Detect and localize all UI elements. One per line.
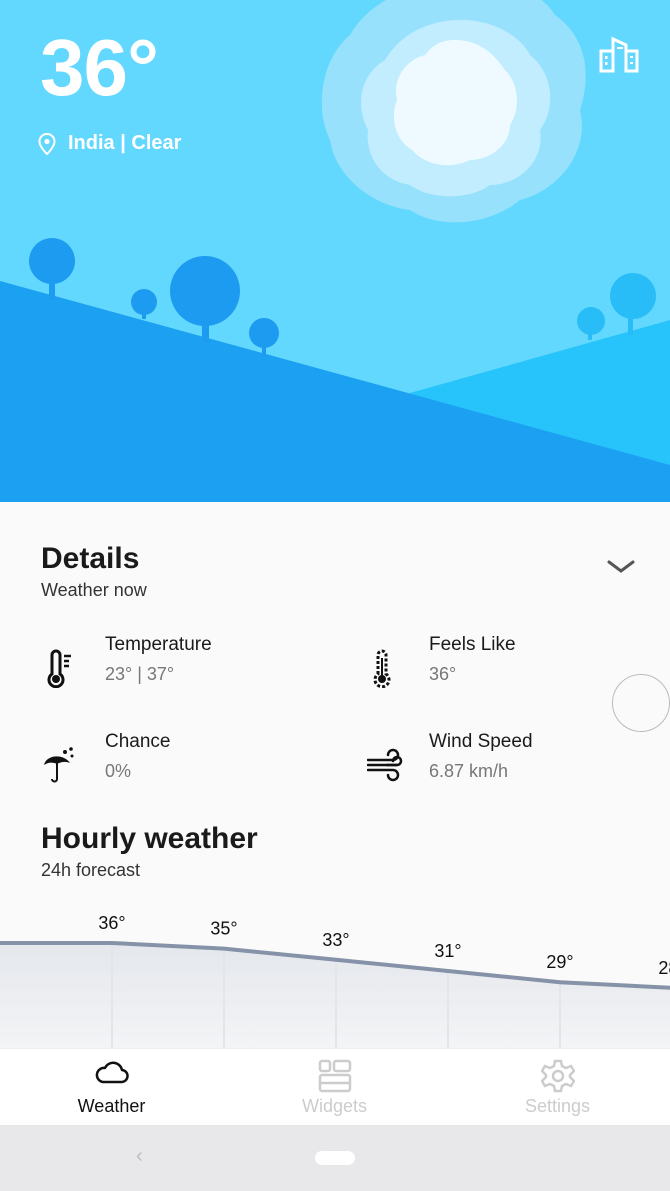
detail-label: Wind Speed bbox=[429, 731, 533, 752]
detail-temperature: Temperature 23° | 37° bbox=[43, 634, 212, 688]
detail-label: Chance bbox=[105, 731, 171, 752]
tab-label: Widgets bbox=[301, 1096, 368, 1116]
gear-icon bbox=[541, 1059, 575, 1093]
system-back-button[interactable]: ‹ bbox=[136, 1145, 143, 1168]
detail-chance: Chance 0% bbox=[43, 731, 171, 785]
weather-hero: 36° India | Clear bbox=[0, 0, 670, 502]
chart-data-label: 31° bbox=[434, 941, 461, 961]
hourly-title: Hourly weather bbox=[41, 822, 258, 855]
wind-icon bbox=[367, 748, 403, 782]
detail-label: Feels Like bbox=[429, 634, 516, 655]
umbrella-rain-icon bbox=[44, 747, 74, 783]
chart-data-label: 28° bbox=[658, 958, 670, 978]
detail-feels-like: Feels Like 36° bbox=[367, 634, 516, 688]
tab-weather[interactable]: Weather bbox=[0, 1049, 223, 1126]
feels-like-thermometer-icon bbox=[373, 649, 391, 688]
tab-label: Weather bbox=[77, 1096, 146, 1116]
detail-value: 23° | 37° bbox=[105, 664, 175, 684]
sun-icon bbox=[321, 0, 586, 223]
cloud-icon bbox=[95, 1061, 129, 1084]
detail-label: Temperature bbox=[105, 634, 212, 655]
hourly-chart: 36° 35° 33° 31° 29° 28° bbox=[0, 913, 670, 1048]
details-header: Details Weather now bbox=[41, 542, 147, 601]
tab-widgets[interactable]: Widgets bbox=[223, 1049, 446, 1126]
current-temperature: 36° bbox=[40, 23, 159, 112]
chart-data-label: 35° bbox=[210, 919, 237, 939]
chart-data-label: 36° bbox=[98, 913, 125, 933]
chart-data-label: 29° bbox=[546, 952, 573, 972]
bottom-navigation: Weather Widgets Settings bbox=[0, 1048, 670, 1125]
system-navigation-bar: ‹ bbox=[0, 1125, 670, 1191]
location-text: India | Clear bbox=[68, 132, 182, 154]
chevron-down-icon[interactable] bbox=[606, 558, 636, 576]
widgets-icon bbox=[318, 1059, 352, 1093]
hourly-subtitle: 24h forecast bbox=[41, 860, 141, 880]
location: India | Clear bbox=[38, 132, 181, 155]
detail-wind-speed: Wind Speed 6.87 km/h bbox=[367, 731, 533, 785]
tab-label: Settings bbox=[524, 1096, 591, 1116]
hourly-header: Hourly weather 24h forecast bbox=[41, 822, 258, 881]
thermometer-icon bbox=[47, 649, 71, 688]
tab-settings[interactable]: Settings bbox=[446, 1049, 669, 1126]
details-subtitle: Weather now bbox=[41, 580, 147, 600]
detail-value: 36° bbox=[429, 664, 457, 684]
detail-value: 0% bbox=[105, 761, 132, 781]
buildings-icon[interactable] bbox=[598, 34, 640, 74]
details-title: Details bbox=[41, 542, 140, 575]
floating-touch-button[interactable] bbox=[612, 674, 670, 732]
location-pin-icon bbox=[38, 132, 56, 155]
system-home-button[interactable] bbox=[315, 1151, 355, 1165]
detail-value: 6.87 km/h bbox=[429, 761, 509, 781]
chart-data-label: 33° bbox=[322, 930, 349, 950]
